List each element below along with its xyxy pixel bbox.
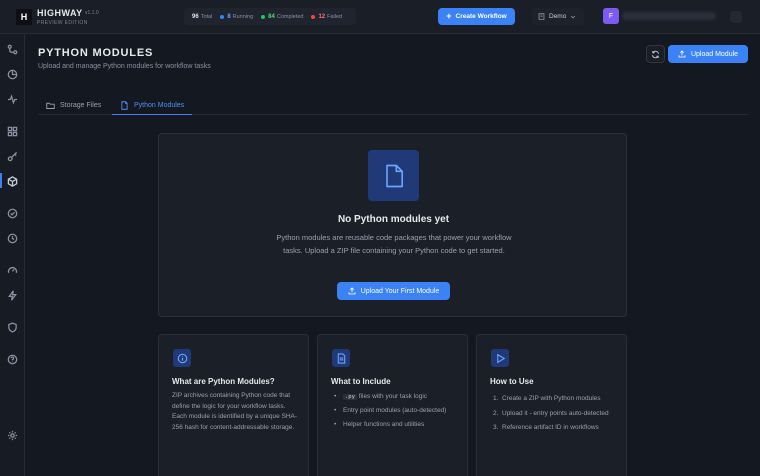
info-tile — [491, 349, 509, 367]
plus-icon: + — [446, 11, 452, 21]
document-tile — [368, 150, 419, 201]
info-card-how: How to Use 1. Create a ZIP with Python mo… — [476, 334, 627, 476]
list-item: 1. Create a ZIP with Python modules — [493, 395, 601, 402]
upload-first-module-button[interactable]: Upload Your First Module — [337, 282, 450, 300]
refresh-button[interactable] — [646, 45, 665, 63]
top-bar: H HIGHWAY v1.1.0 PREVIEW EDITION 96 Tota… — [0, 0, 760, 34]
tab-python-modules[interactable]: Python Modules — [112, 96, 193, 115]
modules-icon[interactable] — [6, 175, 19, 188]
failed-dot-icon — [311, 14, 316, 19]
activity-icon[interactable] — [6, 93, 19, 106]
how-steps: 1. Create a ZIP with Python modules 2. Upl… — [490, 392, 620, 436]
info-card-title: How to Use — [490, 377, 534, 386]
completed-dot-icon — [261, 14, 266, 19]
stat-total: 96 Total — [192, 13, 213, 20]
chevron-down-icon — [571, 15, 576, 18]
folder-icon — [46, 102, 55, 109]
environment-select[interactable]: Demo — [532, 8, 584, 25]
play-icon — [496, 353, 505, 363]
edition-label: PREVIEW EDITION — [37, 20, 88, 26]
info-icon — [177, 353, 187, 363]
check-icon[interactable] — [6, 207, 19, 220]
info-card-include: What to Include .py files with your task… — [317, 334, 468, 476]
list-item: 2. Upload it - entry points auto-detected — [493, 409, 609, 417]
logo[interactable]: H — [16, 9, 32, 25]
info-card-body: ZIP archives containing Python code that… — [172, 392, 298, 431]
building-icon — [538, 13, 545, 20]
avatar[interactable]: F — [603, 8, 619, 24]
version-label: v1.1.0 — [85, 10, 99, 16]
workflows-icon[interactable] — [6, 43, 19, 56]
empty-state-description: Python modules are reusable code package… — [276, 233, 512, 255]
empty-state-card: No Python modules yet Python modules are… — [158, 133, 627, 317]
stats-bar: 96 Total 8 Running 84 Completed 12 Faile… — [184, 8, 356, 25]
shield-icon[interactable] — [6, 321, 19, 334]
file-text-icon — [337, 352, 345, 364]
refresh-icon — [652, 50, 659, 58]
bolt-icon[interactable] — [6, 289, 19, 302]
code-chip: .py — [343, 394, 357, 400]
tab-storage-files[interactable]: Storage Files — [46, 96, 101, 115]
active-indicator — [0, 173, 2, 188]
tab-bar: Storage Files Python Modules — [38, 96, 748, 115]
stat-running: 8 Running — [220, 14, 253, 20]
stat-completed: 84 Completed — [261, 14, 303, 20]
include-list: .py files with your task logic Entry poi… — [331, 392, 461, 434]
info-tile — [173, 349, 191, 367]
page-title: PYTHON MODULES — [38, 47, 154, 59]
key-icon[interactable] — [6, 150, 19, 163]
info-card-title: What are Python Modules? — [172, 377, 275, 386]
file-icon — [121, 100, 128, 110]
help-icon[interactable] — [6, 353, 19, 366]
stat-failed: 12 Failed — [311, 14, 342, 20]
empty-state-title: No Python modules yet — [337, 214, 450, 225]
history-icon[interactable] — [6, 232, 19, 245]
upload-icon — [678, 50, 686, 58]
list-item: .py files with your task logic — [331, 392, 461, 403]
upload-module-button[interactable]: Upload Module — [668, 45, 748, 63]
menu-icon[interactable] — [730, 11, 742, 23]
list-item: Helper functions and utilities — [331, 420, 461, 431]
page-subtitle: Upload and manage Python modules for wor… — [38, 63, 211, 70]
settings-icon[interactable] — [6, 429, 19, 442]
create-workflow-button[interactable]: + Create Workflow — [438, 8, 515, 25]
apps-icon[interactable] — [6, 125, 19, 138]
user-name-redacted[interactable] — [622, 12, 716, 20]
list-item: Entry point modules (auto-detected) — [331, 406, 461, 417]
upload-icon — [348, 287, 356, 295]
sidebar — [0, 34, 25, 476]
dashboard-icon[interactable] — [6, 68, 19, 81]
info-card-title: What to Include — [331, 377, 391, 386]
document-icon — [385, 164, 403, 187]
gauge-icon[interactable] — [6, 264, 19, 277]
info-card-what: What are Python Modules? ZIP archives co… — [158, 334, 309, 476]
running-dot-icon — [220, 14, 225, 19]
info-tile — [332, 349, 350, 367]
list-item: 3. Reference artifact ID in workflows — [493, 424, 599, 431]
brand-name: HIGHWAY — [37, 8, 83, 18]
